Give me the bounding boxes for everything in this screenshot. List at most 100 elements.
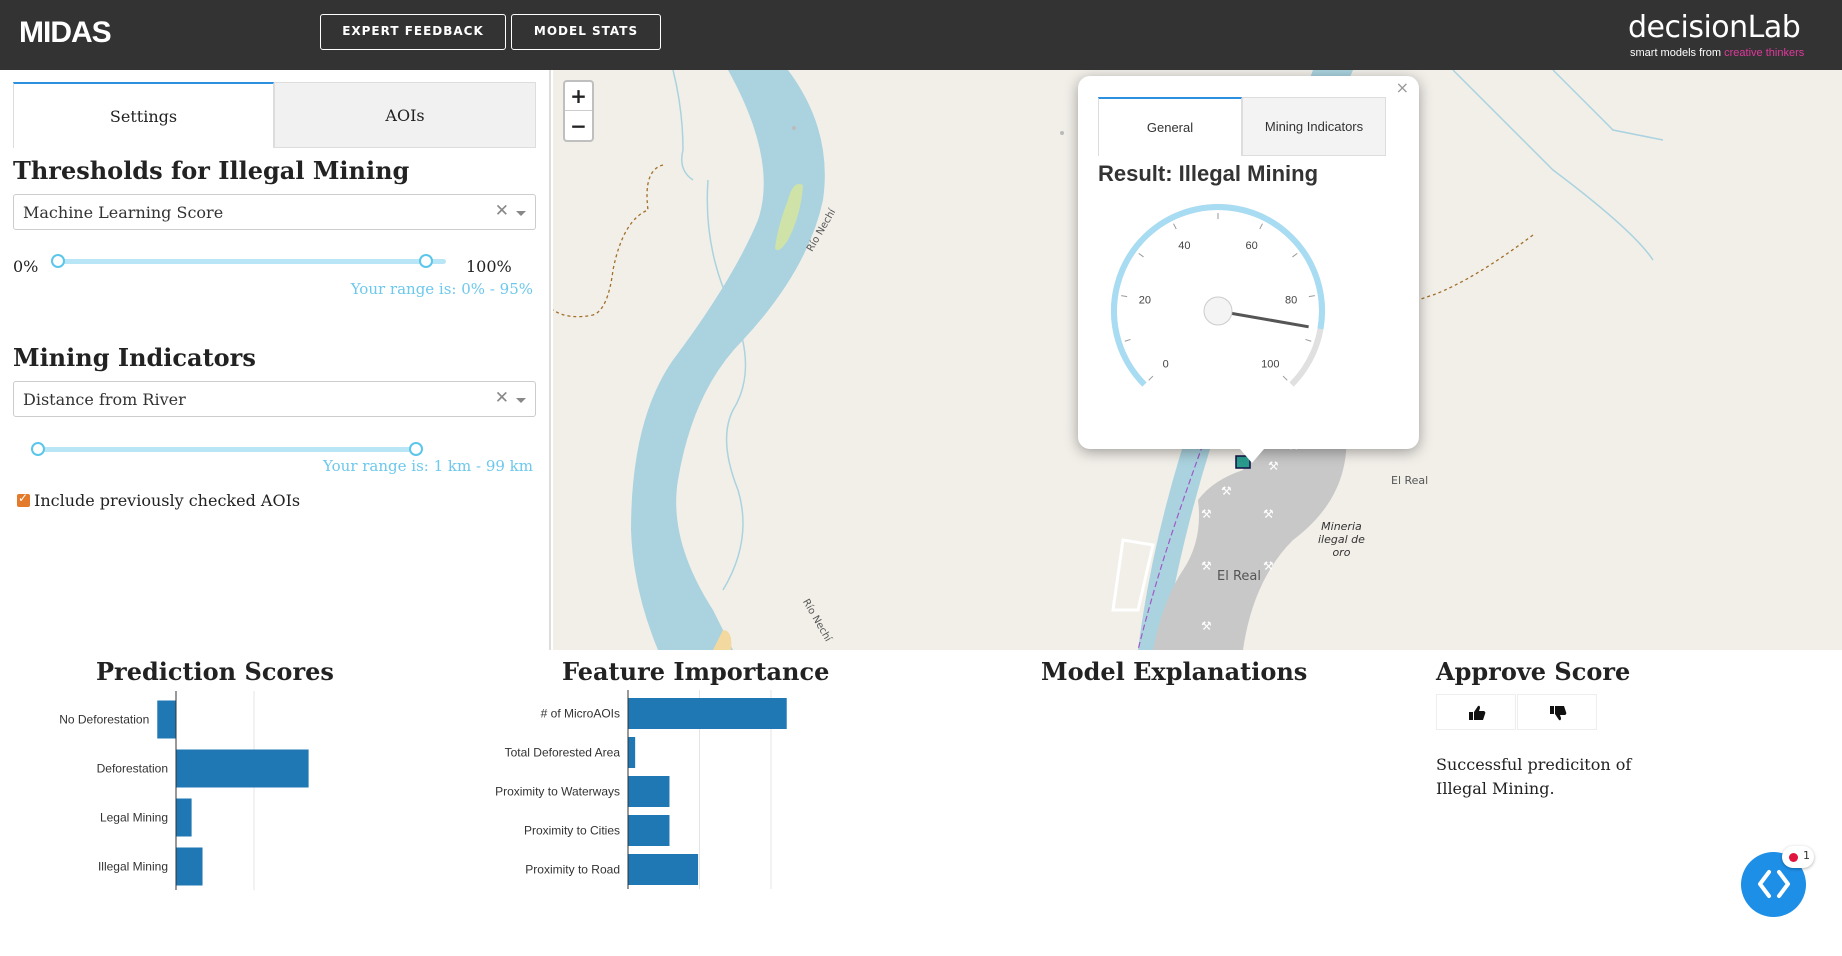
thresholds-title: Thresholds for Illegal Mining: [13, 156, 410, 185]
decisionlab-logo: decisionLab: [1628, 10, 1801, 45]
category-label: Legal Mining: [100, 811, 168, 825]
gauge-tick-label: 80: [1285, 294, 1297, 306]
approve-button[interactable]: [1436, 694, 1516, 730]
zoom-in-button[interactable]: +: [565, 82, 592, 111]
results-panel: Prediction Scores 050No DeforestationDef…: [0, 650, 1842, 956]
expert-feedback-button[interactable]: EXPERT FEEDBACK: [320, 14, 506, 50]
pickaxe-icon: ⚒: [1201, 507, 1212, 521]
pickaxe-icon: ⚒: [1263, 559, 1274, 573]
trail-left: [553, 164, 664, 318]
bar: [157, 700, 176, 739]
gauge-tick: [1308, 295, 1315, 298]
prediction-scores-chart: 050No DeforestationDeforestationLegal Mi…: [59, 691, 309, 890]
approve-message: Successful prediciton of Illegal Mining.: [1436, 755, 1632, 798]
threshold-select[interactable]: Machine Learning Score ✕: [13, 194, 536, 230]
model-explanations-title: Model Explanations: [1041, 657, 1308, 686]
gauge-tick: [1173, 223, 1177, 230]
pickaxe-icon: ⚒: [1268, 459, 1279, 473]
zoom-out-button[interactable]: −: [565, 112, 592, 141]
indicator-select-value: Distance from River: [23, 390, 186, 409]
threshold-slider-track[interactable]: [58, 259, 446, 264]
map-dot: [1060, 131, 1064, 135]
category-label: Proximity to Waterways: [495, 785, 620, 799]
prediction-scores-title: Prediction Scores: [96, 657, 334, 686]
settings-panel: Settings AOIs Thresholds for Illegal Min…: [0, 70, 551, 650]
popup-tab-mining-indicators[interactable]: Mining Indicators: [1242, 97, 1386, 156]
clear-icon[interactable]: ✕: [495, 388, 509, 408]
town-label: El Real: [1217, 569, 1261, 584]
bar: [628, 698, 787, 729]
clear-icon[interactable]: ✕: [495, 201, 509, 221]
gauge-tick-label: 100: [1261, 358, 1279, 370]
aoi-popup: × General Mining Indicators Result: Ille…: [1078, 76, 1419, 463]
bar: [628, 737, 636, 768]
gauge-tick: [1121, 295, 1128, 298]
mining-area-label-line: Mineria: [1321, 520, 1362, 533]
gauge-tick-label: 0: [1163, 358, 1169, 370]
mining-indicators-title: Mining Indicators: [13, 343, 256, 372]
chevron-down-icon[interactable]: [516, 211, 526, 216]
category-label: Illegal Mining: [98, 860, 168, 874]
feature-importance-chart: 050100# of MicroAOIsTotal Deforested Are…: [495, 690, 787, 889]
decisionlab-tagline: smart models from creative thinkers: [1630, 47, 1804, 59]
midas-logo[interactable]: MIDAS: [19, 16, 112, 50]
category-label: No Deforestation: [59, 713, 149, 727]
tab-aois[interactable]: AOIs: [274, 82, 536, 148]
stream-2: [672, 70, 694, 181]
threshold-slider-max-handle[interactable]: [419, 254, 433, 268]
notification-badge[interactable]: 1: [1782, 846, 1814, 868]
gauge-tick-label: 40: [1178, 240, 1190, 252]
threshold-min-label: 0%: [13, 257, 39, 276]
include-checked-label: Include previously checked AOIs: [34, 491, 301, 510]
stream-4: [1552, 70, 1664, 141]
indicator-select[interactable]: Distance from River ✕: [13, 381, 536, 417]
close-icon[interactable]: ×: [1396, 78, 1409, 97]
category-label: Proximity to Road: [525, 863, 620, 877]
mining-area-label-line: ilegal de: [1318, 533, 1365, 546]
popup-result-title: Result: Illegal Mining: [1098, 161, 1319, 186]
town-label: El Real: [1391, 474, 1429, 487]
bar: [176, 749, 309, 788]
feature-importance-title: Feature Importance: [562, 657, 830, 686]
pickaxe-icon: ⚒: [1221, 484, 1232, 498]
gauge-tick: [1138, 252, 1144, 258]
threshold-max-label: 100%: [466, 257, 512, 276]
model-stats-button[interactable]: MODEL STATS: [511, 14, 661, 50]
threshold-range-note: Your range is: 0% - 95%: [350, 280, 533, 298]
distance-slider-track[interactable]: [37, 447, 417, 452]
bar: [628, 854, 699, 885]
popup-tab-general[interactable]: General: [1098, 97, 1242, 156]
include-checked-checkbox[interactable]: [17, 491, 30, 507]
notification-count: 1: [1803, 849, 1810, 862]
stream-1: [706, 179, 747, 591]
gauge-tick: [1305, 338, 1312, 342]
approve-score-title: Approve Score: [1436, 657, 1631, 686]
gauge-hub: [1203, 296, 1233, 326]
bar: [628, 776, 670, 807]
reject-button[interactable]: [1517, 694, 1597, 730]
bar: [176, 847, 203, 886]
notification-dot-icon: [1789, 853, 1798, 862]
category-label: # of MicroAOIs: [541, 707, 620, 721]
map-view[interactable]: ⚒ ⚒ ⚒ ⚒ ⚒ ⚒ ⚒ ⚒ ⚒ Río Nechí Río Nechí El…: [553, 70, 1842, 650]
chevron-down-icon[interactable]: [516, 398, 526, 403]
thumbs-up-icon: [1469, 705, 1486, 720]
distance-slider-min-handle[interactable]: [31, 442, 45, 456]
tagline-prefix: smart models from: [1630, 47, 1725, 59]
popup-tip: [1240, 449, 1264, 463]
tagline-highlight: creative thinkers: [1724, 47, 1805, 59]
category-label: Deforestation: [97, 762, 168, 776]
category-label: Total Deforested Area: [505, 746, 621, 760]
mining-area-label-line: oro: [1332, 546, 1351, 559]
bar: [176, 798, 192, 837]
distance-slider-max-handle[interactable]: [409, 442, 423, 456]
gauge-tick: [1292, 252, 1298, 258]
tab-settings[interactable]: Settings: [13, 82, 274, 148]
pickaxe-icon: ⚒: [1201, 559, 1212, 573]
bar: [628, 815, 670, 846]
stream-3: [1452, 70, 1654, 261]
category-label: Proximity to Cities: [524, 824, 620, 838]
gauge-tick: [1282, 375, 1288, 381]
threshold-slider-min-handle[interactable]: [51, 254, 65, 268]
mining-area-label: Mineria ilegal de oro: [1318, 520, 1365, 559]
